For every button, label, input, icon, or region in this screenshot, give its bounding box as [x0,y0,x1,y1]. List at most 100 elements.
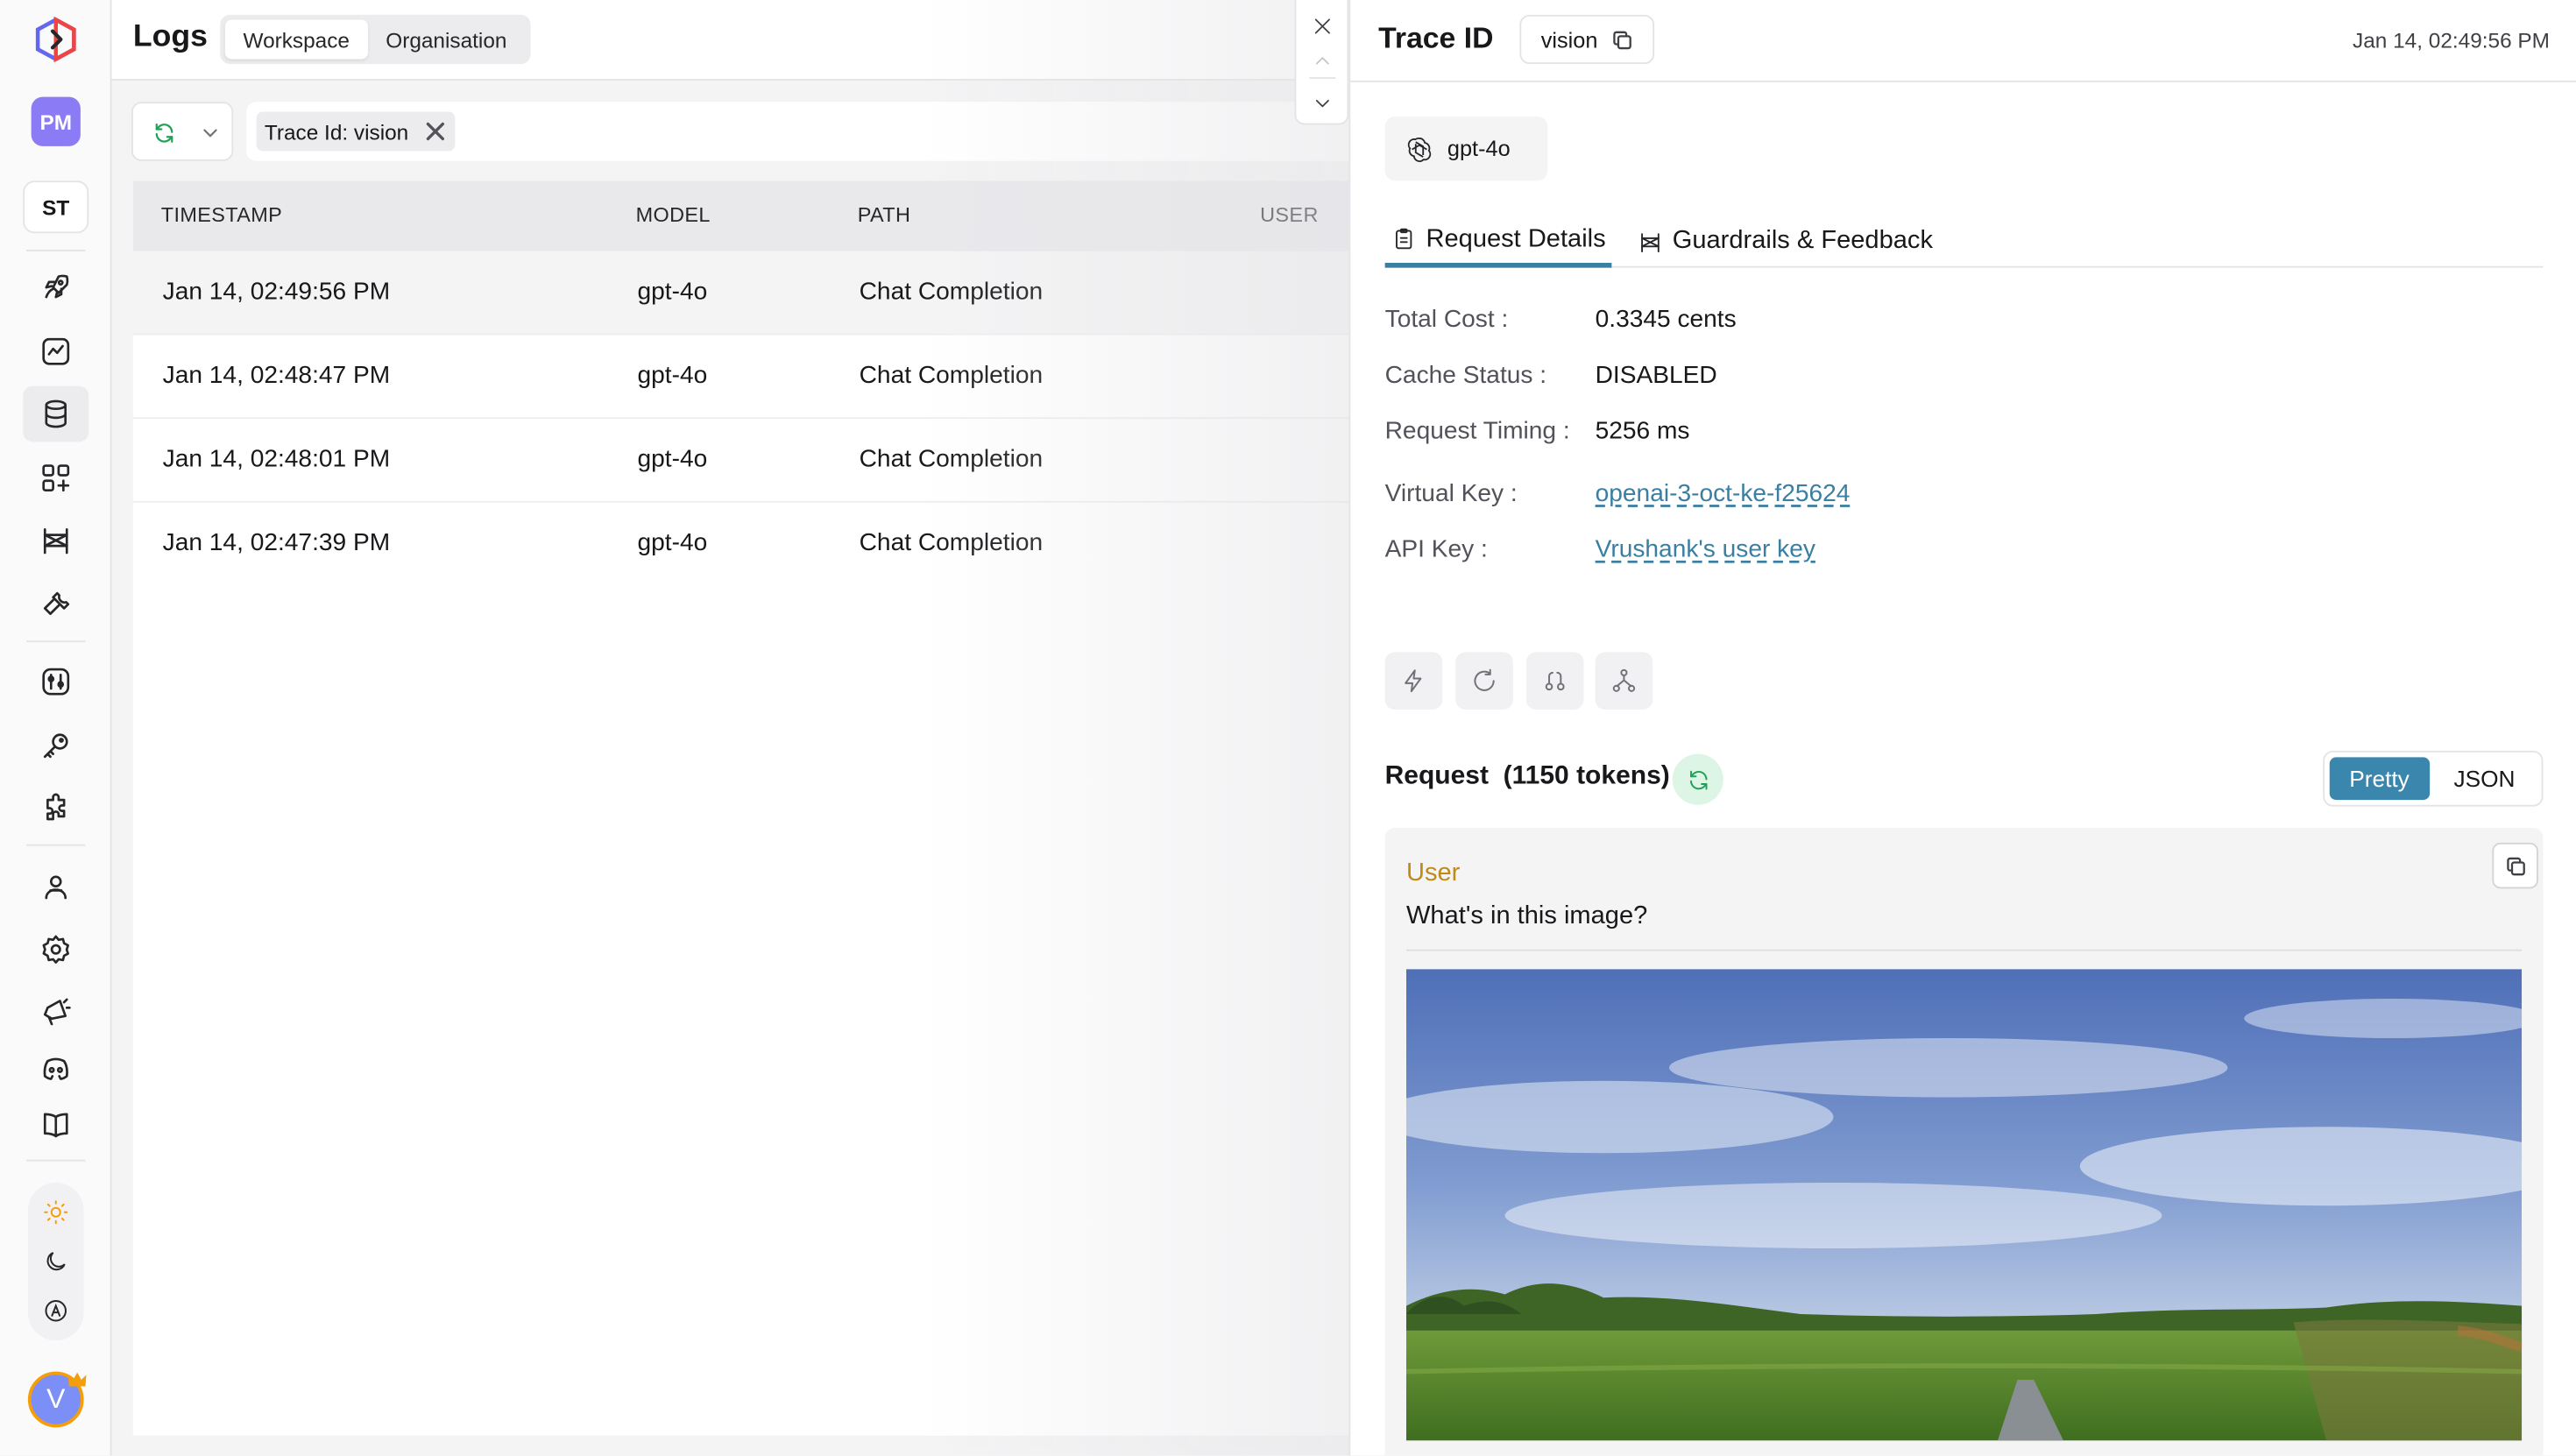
auto-theme-button[interactable] [33,1288,80,1334]
sidebar-item-settings[interactable] [23,922,88,978]
panel-header: Trace ID vision Jan 14, 02:49:56 PM [1350,0,2576,82]
request-timing-label: Request Timing : [1384,417,1570,446]
message-role: User [1406,859,1461,887]
workspace-badge[interactable]: PM [31,96,81,146]
auto-theme-icon [45,1300,67,1322]
trace-tree-button[interactable] [1595,652,1653,710]
crown-icon [67,1372,87,1387]
sidebar-divider [26,640,86,643]
retry-button[interactable] [1455,652,1513,710]
sidebar-item-analytics[interactable] [23,323,88,379]
run-button[interactable] [1384,652,1443,710]
lightning-icon [1405,669,1422,693]
auto-refresh-control[interactable] [131,102,234,161]
column-header-timestamp[interactable]: TIMESTAMP [161,204,282,227]
cache-status-label: Cache Status : [1384,361,1547,390]
light-theme-button[interactable] [33,1190,80,1236]
copy-message-button[interactable] [2492,842,2538,889]
chevron-up-icon[interactable] [1311,49,1334,72]
clipboard-icon [1396,228,1412,250]
sidebar-item-docs[interactable] [23,1098,88,1154]
cell-path: Chat Completion [859,445,1044,473]
openai-icon [1407,137,1432,161]
cell-path: Chat Completion [859,277,1044,306]
logs-table: TIMESTAMP MODEL PATH USER Jan 14, 02:49:… [132,180,1361,1436]
request-title: Request [1384,762,1489,790]
sidebar-item-guardrails[interactable] [23,512,88,569]
filter-input[interactable]: Trace Id: vision [246,102,1364,161]
scope-workspace-tab[interactable]: Workspace [224,19,368,60]
api-key-link[interactable]: Vrushank's user key [1596,535,1815,563]
trace-detail-panel: Trace ID vision Jan 14, 02:49:56 PM gpt-… [1348,0,2576,1456]
sidebar-item-rocket[interactable] [23,259,88,315]
sidebar-item-discord[interactable] [23,1042,88,1098]
table-header: TIMESTAMP MODEL PATH USER [132,180,1361,251]
sidebar-item-api-keys[interactable] [23,717,88,774]
table-row[interactable]: Jan 14, 02:47:39 PM gpt-4o Chat Completi… [133,503,1361,587]
close-drawer-icon[interactable] [1311,15,1334,38]
retry-icon [1474,668,1495,691]
message-image[interactable] [1406,969,2523,1441]
sidebar-item-announcements[interactable] [23,984,88,1040]
drawer-nav-controls [1294,0,1349,125]
sidebar-item-team[interactable] [23,859,88,915]
table-row[interactable]: Jan 14, 02:49:56 PM gpt-4o Chat Completi… [132,251,1361,336]
chevron-down-icon[interactable] [1311,92,1334,115]
column-header-model[interactable]: MODEL [636,204,711,227]
model-name: gpt-4o [1447,136,1511,161]
compare-button[interactable] [1525,652,1584,710]
analytics-icon [42,337,70,365]
trace-timestamp: Jan 14, 02:49:56 PM [2353,27,2550,53]
sidebar-item-apps[interactable] [23,450,88,506]
filter-chip-label: Trace Id: vision [264,118,409,145]
copy-icon[interactable] [1610,29,1631,50]
cell-model: gpt-4o [637,277,708,306]
tab-guardrails-feedback[interactable]: Guardrails & Feedback [1631,216,1940,268]
model-chip: gpt-4o [1384,117,1548,181]
dark-theme-button[interactable] [33,1239,80,1285]
sidebar: PM ST V [0,0,112,1456]
app-root: PM ST V Logs Workspace Organisation Trac… [0,0,2576,1456]
chevron-down-icon[interactable] [199,122,222,145]
sidebar-item-plugins[interactable] [23,781,88,837]
book-icon [43,1113,68,1138]
sidebar-item-configs[interactable] [23,654,88,710]
light-theme-icon [44,1200,68,1225]
team-badge[interactable]: ST [23,180,89,234]
trace-id-chip[interactable]: vision [1519,14,1654,65]
refresh-icon [1689,769,1707,789]
table-row[interactable]: Jan 14, 02:48:47 PM gpt-4o Chat Completi… [132,336,1361,420]
request-message: User What's in this image? [1384,828,2544,1456]
view-pretty-button[interactable]: Pretty [2329,757,2430,801]
branch-compare-icon [1545,671,1565,691]
request-token-count: (1150 tokens) [1503,762,1670,790]
sliders-icon [42,668,70,696]
refresh-icon[interactable] [152,122,175,145]
sidebar-item-tools[interactable] [23,575,88,631]
cell-model: gpt-4o [637,361,708,390]
table-row[interactable]: Jan 14, 02:48:01 PM gpt-4o Chat Completi… [132,419,1361,503]
cell-path: Chat Completion [859,528,1044,557]
scope-switcher: Workspace Organisation [220,14,530,65]
nav-divider [1309,77,1336,79]
hierarchy-icon [1612,668,1636,692]
scope-organisation-tab[interactable]: Organisation [368,20,525,60]
total-cost-label: Total Cost : [1384,305,1509,334]
view-json-button[interactable]: JSON [2434,757,2535,800]
theme-switcher [27,1183,84,1340]
cell-path: Chat Completion [859,361,1044,390]
close-icon[interactable] [425,122,445,142]
sidebar-divider [26,844,86,846]
discord-icon [43,1057,68,1080]
column-header-user[interactable]: USER [1260,204,1319,227]
sidebar-item-logs[interactable] [23,385,89,442]
virtual-key-link[interactable]: openai-3-oct-ke-f25624 [1596,480,1851,508]
trace-id-value: vision [1540,26,1598,53]
request-refresh-button[interactable] [1672,753,1723,805]
logs-header: Logs Workspace Organisation [111,0,1361,81]
view-mode-toggle: Pretty JSON [2323,750,2544,807]
portkey-logo-icon[interactable] [33,16,80,63]
tab-label: Request Details [1426,223,1606,252]
tab-request-details[interactable]: Request Details [1384,216,1613,268]
column-header-path[interactable]: PATH [858,204,911,227]
